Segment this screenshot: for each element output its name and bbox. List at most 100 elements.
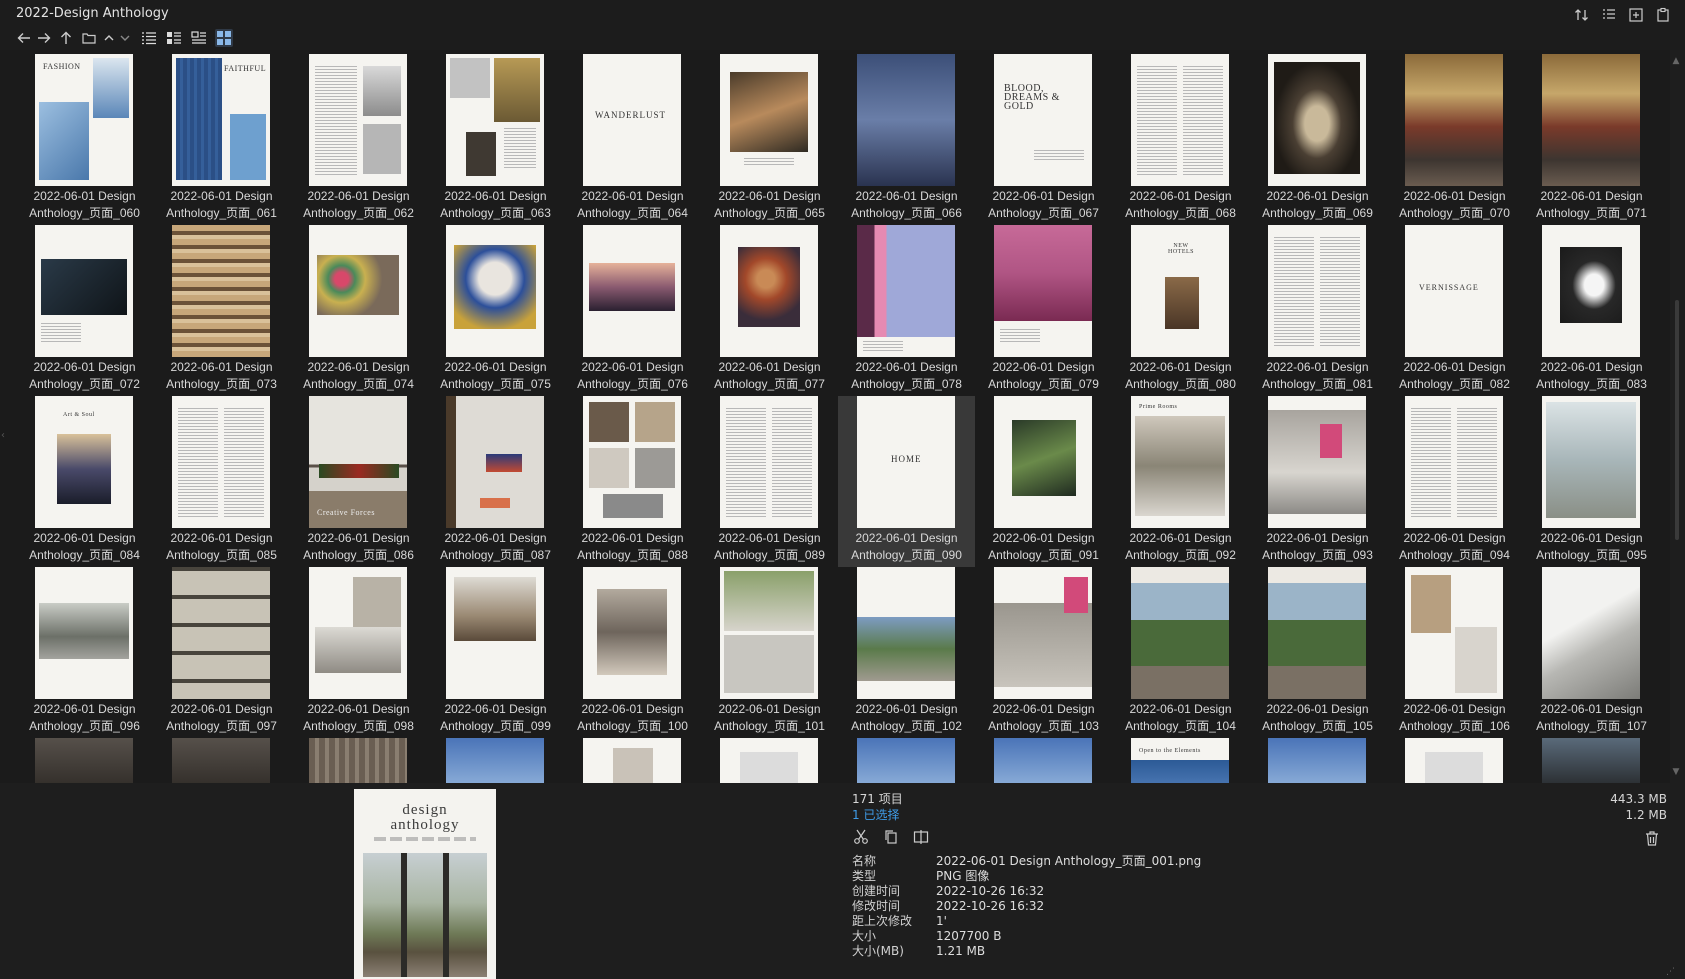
thumbnail-item[interactable]: 2022-06-01 Design Anthology_页面_079 [975,225,1112,396]
thumbnail-item[interactable]: Prime Rooms 2022-06-01 Design Anthology_页面… [1112,396,1249,567]
thumbnail-item[interactable]: 2022-06-01 DesignAnthology_页面_115 [975,738,1112,783]
thumbnail-item[interactable]: WANDERLUST 2022-06-01 Design Anthology_页面_… [564,54,701,225]
thumbnail-item[interactable]: 2022-06-01 Design Anthology_页面_081 [1249,225,1386,396]
thumbnail-item[interactable]: 2022-06-01 Design Anthology_页面_068 [1112,54,1249,225]
thumbnail-item[interactable]: Creative Forces 2022-06-01 Design Antholog… [290,396,427,567]
page-thumbnail [583,225,681,357]
thumbnail-caption: 2022-06-01 Design Anthology_页面_068 [1125,189,1236,220]
compare-icon[interactable] [912,828,930,846]
thumbnail-caption: 2022-06-01 Design Anthology_页面_067 [988,189,1099,220]
thumbnail-item[interactable]: 2022-06-01 Design Anthology_页面_100 [564,567,701,738]
thumbnail-item[interactable]: FAITHFUL 2022-06-01 Design Anthology_页面_06… [153,54,290,225]
scroll-up-icon[interactable]: ▲ [1671,56,1681,66]
thumbnail-caption: 2022-06-01 Design Anthology_页面_064 [577,189,688,220]
thumbnail-item[interactable]: 2022-06-01 DesignAnthology_页面_113 [701,738,838,783]
toolbar [0,28,1685,50]
resize-grip-icon[interactable]: ⋰ [1666,967,1675,977]
thumbnail-item[interactable]: 2022-06-01 Design Anthology_页面_104 [1112,567,1249,738]
thumbnail-item[interactable]: 2022-06-01 Design Anthology_页面_094 [1386,396,1523,567]
thumbnail-item[interactable]: 2022-06-01 DesignAnthology_页面_118 [1386,738,1523,783]
detail-view-icon[interactable] [165,29,183,47]
property-value: 1' [936,914,947,928]
thumbnail-item[interactable]: 2022-06-01 Design Anthology_页面_101 [701,567,838,738]
sort-icon[interactable] [1573,7,1590,23]
copy-icon[interactable] [882,828,900,846]
arrow-up-icon[interactable] [57,29,75,47]
thumbnail-item[interactable]: 2022-06-01 Design Anthology_页面_095 [1523,396,1660,567]
page-title-text: BLOOD, DREAMS & GOLD [1004,83,1060,112]
thumbnail-item[interactable]: 2022-06-01 DesignAnthology_页面_109 [153,738,290,783]
property-row: 修改时间 2022-10-26 16:32 [852,899,1201,914]
thumbnail-item[interactable]: Art & Soul 2022-06-01 Design Anthology_页面_… [16,396,153,567]
thumbnail-item[interactable]: 2022-06-01 Design Anthology_页面_107 [1523,567,1660,738]
thumbnail-item[interactable]: HOME 2022-06-01 Design Anthology_页面_090 [838,396,975,567]
thumbnail-item[interactable]: 2022-06-01 Design Anthology_页面_077 [701,225,838,396]
left-panel-handle[interactable]: ‹ [1,430,7,452]
thumbnail-item[interactable]: 2022-06-01 Design Anthology_页面_066 [838,54,975,225]
scrollbar-thumb[interactable] [1675,300,1679,540]
tile-view-icon[interactable] [190,29,208,47]
thumbnail-item[interactable]: FASHION 2022-06-01 Design Anthology_页面_060 [16,54,153,225]
thumbnail-item[interactable]: 2022-06-01 Design Anthology_页面_088 [564,396,701,567]
list-view-icon[interactable] [140,29,158,47]
trash-icon[interactable] [1643,829,1661,847]
thumbnail-item[interactable]: NEW HOTELS 2022-06-01 Design Anthology_页面_… [1112,225,1249,396]
thumbnail-item[interactable]: 2022-06-01 Design Anthology_页面_106 [1386,567,1523,738]
thumbnail-item[interactable]: 2022-06-01 Design Anthology_页面_076 [564,225,701,396]
page-thumbnail [172,738,270,783]
thumbnail-item[interactable]: 2022-06-01 Design Anthology_页面_097 [153,567,290,738]
thumbnail-item[interactable]: 2022-06-01 Design Anthology_页面_074 [290,225,427,396]
thumbnail-item[interactable]: 2022-06-01 Design Anthology_页面_063 [427,54,564,225]
page-thumbnail [720,54,818,186]
scroll-down-icon[interactable]: ▼ [1671,767,1681,777]
thumbnail-item[interactable]: 2022-06-01 Design Anthology_页面_075 [427,225,564,396]
thumbnail-item[interactable]: BLOOD, DREAMS & GOLD 2022-06-01 Design Ant… [975,54,1112,225]
thumbnail-item[interactable]: 2022-06-01 Design Anthology_页面_098 [290,567,427,738]
thumbnail-item[interactable]: 2022-06-01 Design Anthology_页面_093 [1249,396,1386,567]
thumbnail-item[interactable]: Open to the Elements2022-06-01 DesignAnt… [1112,738,1249,783]
thumbnail-item[interactable]: 2022-06-01 Design Anthology_页面_073 [153,225,290,396]
thumbnail-item[interactable]: 2022-06-01 DesignAnthology_页面_119 [1523,738,1660,783]
page-thumbnail [583,567,681,699]
selected-count[interactable]: 1 已选择 [852,807,903,823]
thumbnail-item[interactable]: 2022-06-01 Design Anthology_页面_065 [701,54,838,225]
thumbnail-item[interactable]: 2022-06-01 DesignAnthology_页面_117 [1249,738,1386,783]
thumbnail-item[interactable]: 2022-06-01 DesignAnthology_页面_110 [290,738,427,783]
thumbnail-item[interactable]: 2022-06-01 Design Anthology_页面_091 [975,396,1112,567]
thumbnail-item[interactable]: 2022-06-01 DesignAnthology_页面_111 [427,738,564,783]
thumbnail-item[interactable]: 2022-06-01 Design Anthology_页面_103 [975,567,1112,738]
page-title-text: FAITHFUL [224,64,267,73]
thumbnail-item[interactable]: 2022-06-01 Design Anthology_页面_062 [290,54,427,225]
thumbnail-item[interactable]: 2022-06-01 Design Anthology_页面_070 [1386,54,1523,225]
arrow-right-icon[interactable] [35,29,53,47]
thumbnail-item[interactable]: 2022-06-01 DesignAnthology_页面_114 [838,738,975,783]
columns-icon[interactable] [1600,7,1617,23]
page-thumbnail [309,225,407,357]
thumbnail-item[interactable]: 2022-06-01 DesignAnthology_页面_108 [16,738,153,783]
thumbnail-item[interactable]: 2022-06-01 Design Anthology_页面_087 [427,396,564,567]
thumbnail-caption: 2022-06-01 Design Anthology_页面_102 [851,702,962,733]
thumbnail-item[interactable]: 2022-06-01 Design Anthology_页面_102 [838,567,975,738]
thumbnail-item[interactable]: 2022-06-01 Design Anthology_页面_083 [1523,225,1660,396]
file-actions [852,828,930,846]
thumbnail-item[interactable]: 2022-06-01 Design Anthology_页面_071 [1523,54,1660,225]
thumbnail-item[interactable]: 2022-06-01 Design Anthology_页面_078 [838,225,975,396]
thumbnail-item[interactable]: 2022-06-01 Design Anthology_页面_085 [153,396,290,567]
thumbnail-item[interactable]: 2022-06-01 DesignAnthology_页面_112 [564,738,701,783]
clipboard-icon[interactable] [1654,7,1671,23]
thumbnail-item[interactable]: 2022-06-01 Design Anthology_页面_089 [701,396,838,567]
thumbnail-item[interactable]: VERNISSAGE 2022-06-01 Design Anthology_页面_… [1386,225,1523,396]
thumbnail-item[interactable]: 2022-06-01 Design Anthology_页面_096 [16,567,153,738]
thumbnail-item[interactable]: 2022-06-01 Design Anthology_页面_099 [427,567,564,738]
new-tab-icon[interactable] [1627,7,1644,23]
thumbnail-item[interactable]: 2022-06-01 Design Anthology_页面_072 [16,225,153,396]
property-row: 创建时间 2022-10-26 16:32 [852,884,1201,899]
cut-icon[interactable] [852,828,870,846]
arrow-left-icon[interactable] [15,29,33,47]
chevron-down-icon[interactable] [116,29,134,47]
thumbnail-item[interactable]: 2022-06-01 Design Anthology_页面_069 [1249,54,1386,225]
folder-open-icon[interactable] [80,29,98,47]
thumbnail-view-icon[interactable] [215,29,233,47]
thumbnail-item[interactable]: 2022-06-01 Design Anthology_页面_105 [1249,567,1386,738]
vertical-scrollbar[interactable]: ▲ ▼ [1671,50,1681,783]
